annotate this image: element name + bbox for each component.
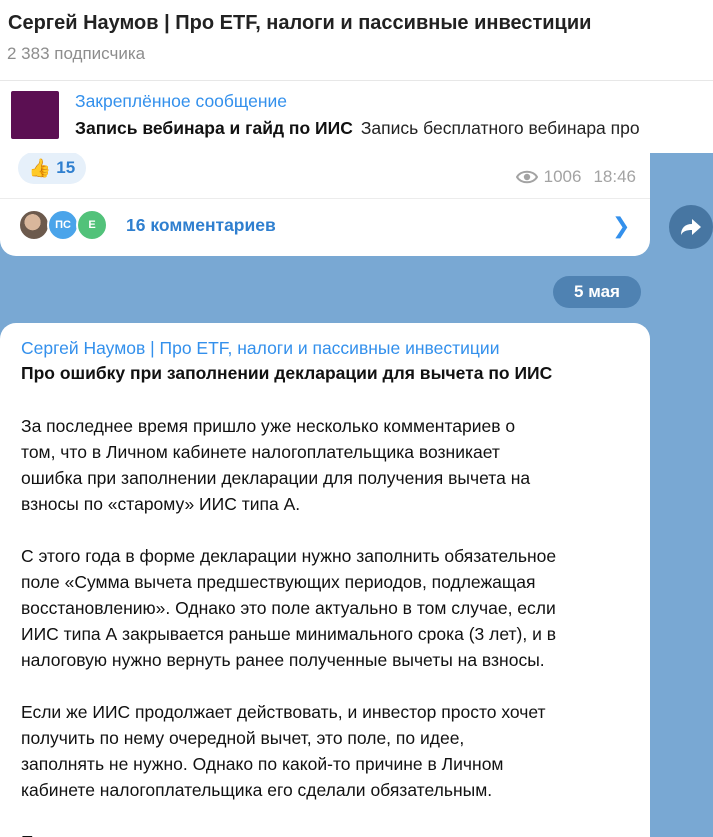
previous-message-bubble: 👍 15 1006 18:46 ПС Е 16 комментариев ❯ bbox=[0, 153, 650, 256]
text-line: кабинете налогоплательщика его сделали о… bbox=[21, 780, 493, 800]
reaction-count: 15 bbox=[56, 158, 76, 177]
subscriber-count: 2 383 подписчика bbox=[7, 44, 146, 63]
pinned-title: Запись вебинара и гайд по ИИС bbox=[75, 118, 353, 138]
commenter-avatar: Е bbox=[76, 209, 108, 241]
message-author[interactable]: Сергей Наумов | Про ETF, налоги и пассив… bbox=[21, 338, 499, 359]
commenter-avatar bbox=[18, 209, 50, 241]
pinned-thumbnail bbox=[11, 91, 59, 139]
text-line: ИИС типа А закрывается раньше минимально… bbox=[21, 624, 557, 644]
message-bubble: Сергей Наумов | Про ETF, налоги и пассив… bbox=[0, 323, 650, 837]
message-paragraph: За последнее время пришло уже несколько … bbox=[21, 413, 636, 517]
eye-icon bbox=[515, 170, 538, 184]
view-count: 1006 bbox=[543, 167, 582, 186]
pinned-label: Закреплённое сообщение bbox=[75, 91, 288, 111]
text-line: С этого года в форме декларации нужно за… bbox=[21, 546, 557, 566]
date-separator: 5 мая bbox=[553, 276, 641, 308]
share-button[interactable] bbox=[669, 205, 713, 249]
text-line: ошибка при заполнении декларации для пол… bbox=[21, 468, 531, 488]
text-line: По bbox=[21, 829, 636, 837]
message-meta: 1006 18:46 bbox=[515, 167, 636, 187]
pinned-preview-text: Запись бесплатного вебинара про bbox=[360, 118, 640, 138]
message-paragraph: С этого года в форме декларации нужно за… bbox=[21, 543, 636, 673]
pinned-preview: Запись вебинара и гайд по ИИС Запись бесп… bbox=[75, 118, 640, 139]
message-time: 18:46 bbox=[593, 167, 636, 186]
comments-button[interactable]: ПС Е 16 комментариев ❯ bbox=[0, 199, 650, 256]
text-line: поле «Сумма вычета предшествующих период… bbox=[21, 572, 536, 592]
chevron-right-icon: ❯ bbox=[612, 213, 631, 238]
message-title: Про ошибку при заполнении декларации для… bbox=[21, 363, 553, 383]
text-line: получить по нему очередной вычет, это по… bbox=[21, 728, 465, 748]
share-arrow-icon bbox=[681, 219, 701, 235]
text-line: взносы по «старому» ИИС типа А. bbox=[21, 494, 301, 514]
reaction-chip[interactable]: 👍 15 bbox=[18, 153, 86, 184]
pinned-message-bar[interactable]: Закреплённое сообщение Запись вебинара и… bbox=[0, 81, 713, 153]
message-paragraph: Если же ИИС продолжает действовать, и ин… bbox=[21, 699, 636, 803]
text-line: восстановлению». Однако это поле актуаль… bbox=[21, 598, 556, 618]
channel-title[interactable]: Сергей Наумов | Про ETF, налоги и пассив… bbox=[8, 12, 591, 35]
commenter-avatar: ПС bbox=[47, 209, 79, 241]
text-line: заполнять не нужно. Однако по какой-то п… bbox=[21, 754, 504, 774]
text-line: том, что в Личном кабинете налогоплатель… bbox=[21, 442, 500, 462]
text-line: налоговую нужно вернуть ранее полученные… bbox=[21, 650, 545, 670]
text-line: Если же ИИС продолжает действовать, и ин… bbox=[21, 702, 546, 722]
chat-area: 👍 15 1006 18:46 ПС Е 16 комментариев ❯ 5… bbox=[0, 153, 713, 837]
text-line: За последнее время пришло уже несколько … bbox=[21, 416, 516, 436]
message-paragraph: По bbox=[21, 829, 636, 837]
chat-header[interactable]: Сергей Наумов | Про ETF, налоги и пассив… bbox=[0, 0, 713, 81]
thumbs-up-icon: 👍 bbox=[28, 157, 52, 178]
comments-label: 16 комментариев bbox=[126, 215, 276, 235]
